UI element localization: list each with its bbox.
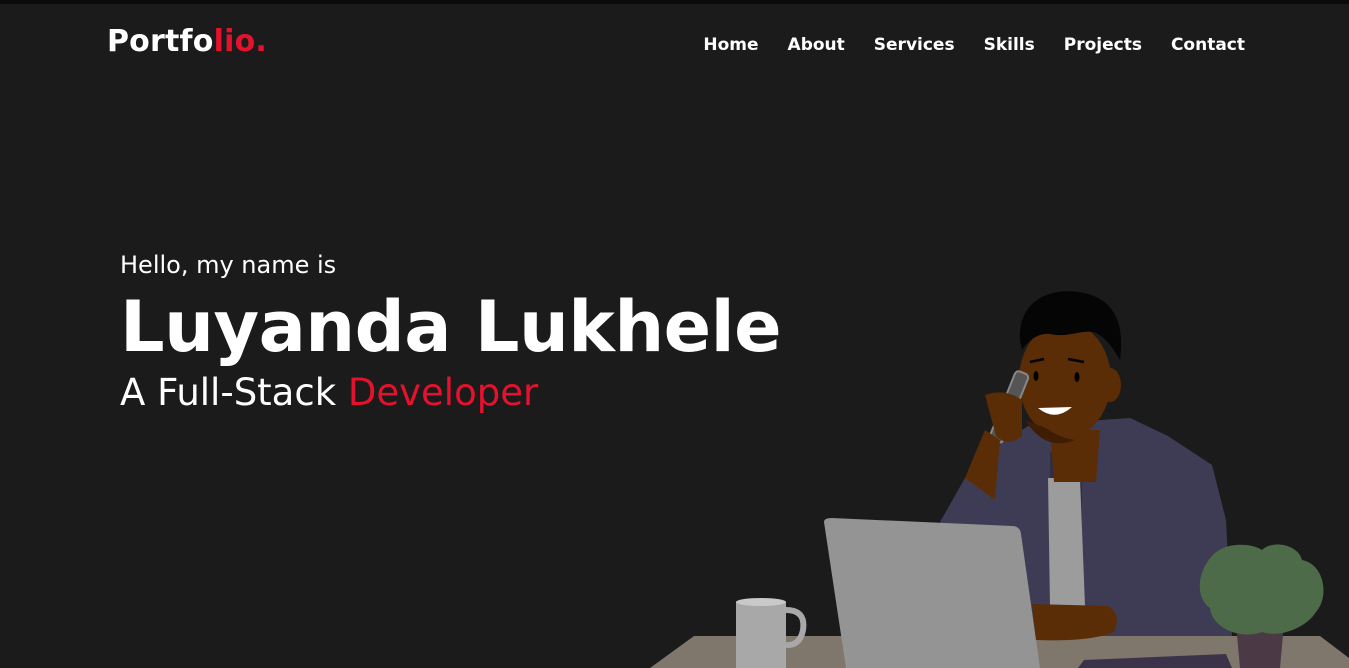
laptop xyxy=(824,518,1040,668)
head xyxy=(1019,322,1111,438)
nav-link-home[interactable]: Home xyxy=(703,35,758,55)
hero-role-highlight: Developer xyxy=(347,371,539,414)
hero-role-prefix: A Full-Stack xyxy=(120,371,348,414)
nav-link-contact[interactable]: Contact xyxy=(1171,35,1245,55)
hero-greeting: Hello, my name is xyxy=(120,251,337,279)
site-logo[interactable]: Portfolio. xyxy=(107,24,267,59)
logo-text-accent: lio. xyxy=(213,24,267,59)
nav-link-skills[interactable]: Skills xyxy=(984,35,1035,55)
nav-link-services[interactable]: Services xyxy=(874,35,955,55)
nav-link-projects[interactable]: Projects xyxy=(1064,35,1142,55)
mug xyxy=(736,602,786,668)
developer-illustration xyxy=(650,291,1349,668)
nav-menu: Home About Services Skills Projects Cont… xyxy=(703,35,1245,55)
logo-text: Portfo xyxy=(107,24,214,59)
t-shirt xyxy=(1048,478,1085,606)
nav-link-about[interactable]: About xyxy=(788,35,845,55)
plant xyxy=(1199,544,1324,635)
navbar: Portfolio. Home About Services Skills Pr… xyxy=(0,4,1349,86)
